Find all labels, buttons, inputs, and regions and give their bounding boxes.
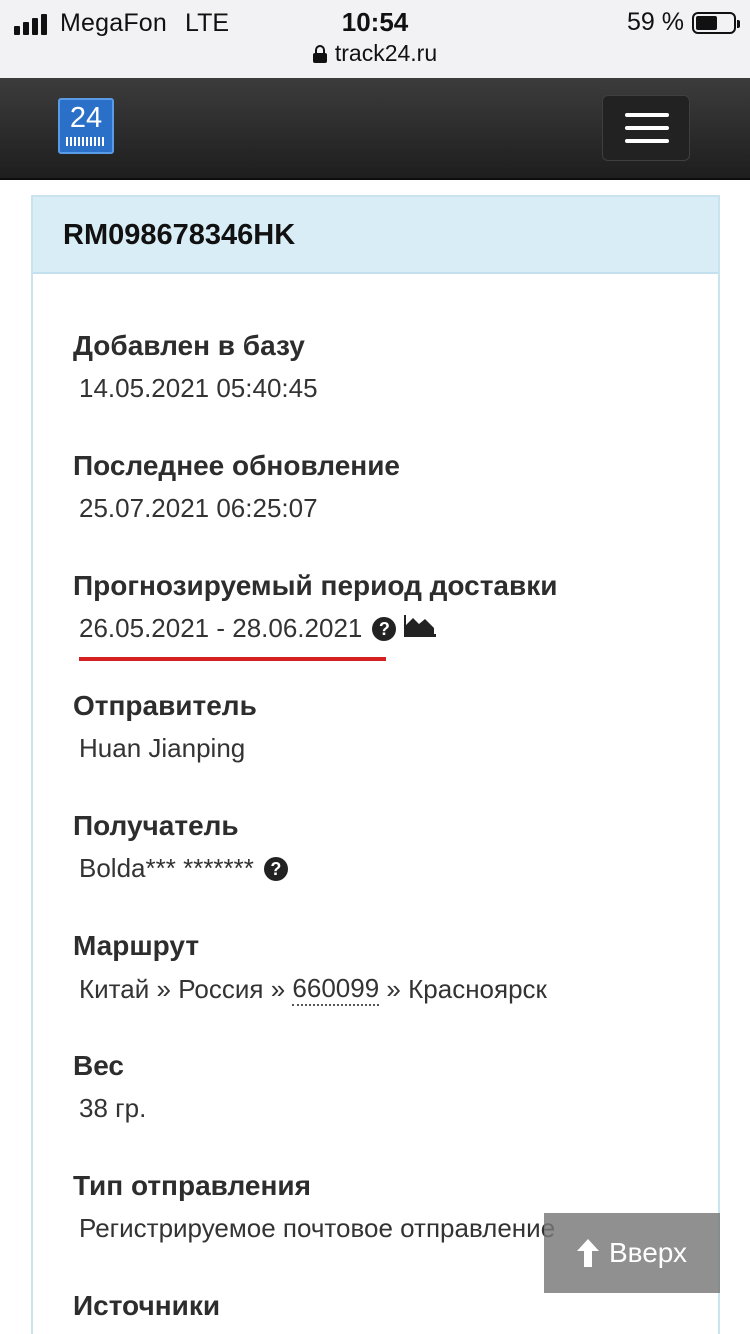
route-separator: » — [156, 974, 171, 1004]
recipient-name: Bolda*** ******* — [79, 853, 254, 883]
field-label: Добавлен в базу — [73, 330, 305, 361]
route-country: Россия — [178, 974, 264, 1004]
battery-level-fill — [696, 15, 718, 30]
forecast-dates: 26.05.2021 - 28.06.2021 — [79, 613, 363, 643]
barcode-icon — [66, 137, 106, 146]
recipient-value: Bolda*** ******* ? — [79, 853, 288, 884]
field-label: Отправитель — [73, 690, 257, 721]
back-to-top-button[interactable]: Вверх — [544, 1213, 720, 1293]
field-forecast: Прогнозируемый период доставки 26.05.202… — [73, 570, 558, 661]
arrow-up-icon — [576, 1239, 599, 1267]
field-label: Получатель — [73, 810, 239, 841]
area-chart-icon[interactable] — [404, 613, 437, 644]
back-to-top-label: Вверх — [608, 1237, 688, 1268]
field-sources: Источники — [73, 1290, 220, 1322]
field-label: Тип отправления — [73, 1170, 311, 1201]
field-value: 38 гр. — [79, 1093, 147, 1123]
hamburger-menu-button[interactable] — [602, 95, 690, 161]
site-header: 24 — [0, 78, 750, 180]
route-separator: » — [270, 974, 286, 1004]
field-label: Маршрут — [73, 930, 200, 961]
url-text: track24.ru — [334, 40, 438, 66]
field-added: Добавлен в базу 14.05.2021 05:40:45 — [73, 330, 318, 403]
field-label: Последнее обновление — [73, 450, 400, 481]
field-label: Вес — [73, 1050, 124, 1081]
field-updated: Последнее обновление 25.07.2021 06:25:07 — [73, 450, 400, 523]
field-type: Тип отправления Регистрируемое почтовое … — [73, 1170, 555, 1243]
field-value: 14.05.2021 05:40:45 — [79, 373, 318, 403]
site-logo[interactable]: 24 — [58, 98, 114, 154]
field-sender: Отправитель Huan Jianping — [73, 690, 257, 763]
battery-percentage: 59 % — [627, 8, 684, 36]
field-label: Источники — [73, 1290, 221, 1321]
route-value: Китай » Россия » 660099 » Красноярск — [79, 973, 547, 1006]
field-weight: Вес 38 гр. — [73, 1050, 146, 1123]
field-value: 25.07.2021 06:25:07 — [79, 493, 318, 523]
route-origin: Китай — [79, 974, 150, 1004]
question-icon[interactable]: ? — [372, 616, 397, 641]
field-route: Маршрут Китай » Россия » 660099 » Красно… — [73, 930, 547, 1006]
question-icon[interactable]: ? — [263, 856, 288, 881]
forecast-value: 26.05.2021 - 28.06.2021 ? — [79, 613, 437, 644]
field-recipient: Получатель Bolda*** ******* ? — [73, 810, 288, 883]
logo-text: 24 — [69, 102, 103, 134]
address-bar[interactable]: track24.ru — [0, 40, 750, 67]
menu-bar-icon — [625, 139, 669, 143]
card-header: RM098678346HK — [33, 197, 718, 274]
lock-icon — [312, 44, 327, 63]
route-city: Красноярск — [408, 974, 547, 1004]
tracking-card: RM098678346HK Добавлен в базу 14.05.2021… — [31, 195, 720, 1334]
field-value: Huan Jianping — [79, 733, 246, 763]
field-value: Регистрируемое почтовое отправление — [79, 1213, 556, 1243]
route-postcode-link[interactable]: 660099 — [292, 973, 380, 1006]
status-bar: MegaFon LTE 10:54 59 % track24.ru — [0, 0, 750, 78]
field-label: Прогнозируемый период доставки — [73, 570, 558, 601]
tracking-number: RM098678346HK — [63, 219, 296, 251]
menu-bar-icon — [625, 113, 669, 117]
status-right: 59 % — [627, 8, 740, 37]
menu-bar-icon — [625, 126, 669, 130]
battery-icon — [692, 11, 740, 34]
route-separator: » — [386, 974, 401, 1004]
highlight-underline — [79, 657, 386, 661]
